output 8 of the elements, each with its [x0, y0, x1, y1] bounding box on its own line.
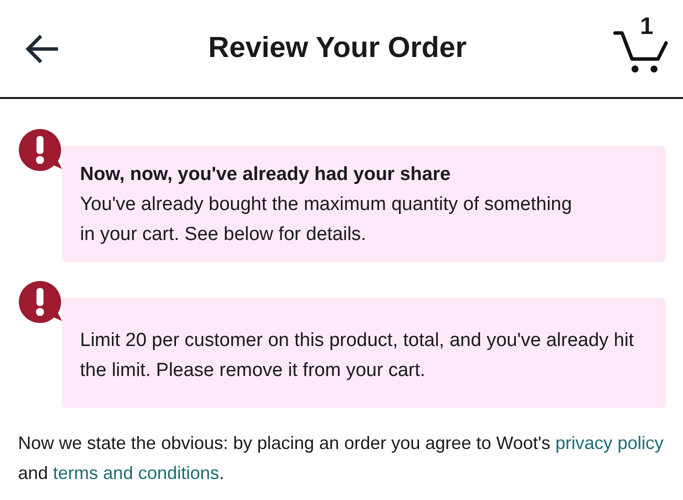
alert-title: Now, now, you've already had your share	[80, 163, 452, 187]
cart-count: 1	[640, 14, 654, 38]
legal-link[interactable]: terms and conditions	[53, 463, 220, 483]
legal-link[interactable]: privacy policy	[555, 433, 664, 453]
alert-message: You've already bought the maximum quantity of something in your cart. See below for details.	[80, 193, 573, 247]
page-title: Review Your Order	[208, 30, 467, 66]
legal-text: Now we state the obvious: by placing an order you agree to Woot's privacy policy and terms and conditions.	[17, 432, 664, 485]
alert-message: Limit 20 per customer on this product, total, and you've already hit the limit. Please remove it from your cart.	[80, 329, 635, 383]
